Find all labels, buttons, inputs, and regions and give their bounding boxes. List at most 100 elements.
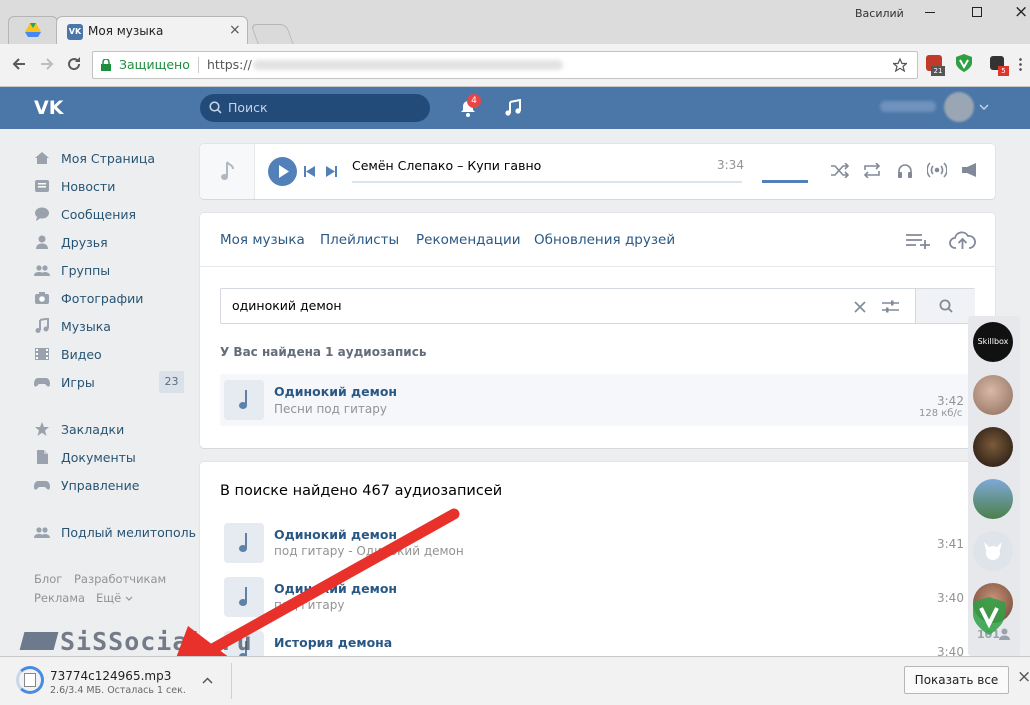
bookmark-star-icon[interactable]	[893, 58, 907, 72]
sidebar-item-news[interactable]: Новости	[34, 176, 115, 196]
back-arrow-icon[interactable]	[11, 56, 27, 72]
megaphone-icon[interactable]	[962, 163, 978, 177]
sidebar-item-video[interactable]: Видео	[34, 344, 102, 364]
music-note-icon[interactable]	[505, 99, 521, 117]
reload-icon[interactable]	[66, 56, 82, 72]
clear-search-icon[interactable]	[854, 301, 866, 313]
home-icon	[35, 152, 49, 164]
maximize-icon[interactable]	[972, 7, 982, 17]
audio-artist[interactable]: Песни под гитару	[274, 402, 387, 416]
audio-bitrate: 128 кб/с	[919, 408, 963, 419]
address-bar[interactable]: Защищено https://	[92, 51, 918, 79]
footer-link-ads[interactable]: Реклама	[34, 591, 85, 605]
sidebar-item-groups[interactable]: Группы	[34, 260, 110, 280]
music-tab-recommendations[interactable]: Рекомендации	[416, 232, 521, 248]
tab-title: Моя музыка	[88, 24, 164, 38]
previous-track-icon[interactable]	[304, 166, 315, 177]
red-arrow-icon	[170, 508, 460, 674]
sidebar-item-label: Фотографии	[61, 290, 144, 306]
audio-cover[interactable]	[224, 380, 264, 420]
my-results-heading: У Вас найдена 1 аудиозапись	[220, 345, 427, 359]
chat-avatar-skillbox[interactable]: Skillbox	[973, 322, 1013, 362]
friends-icon	[36, 235, 48, 249]
play-button[interactable]	[268, 157, 297, 186]
sidebar-item-messages[interactable]: Сообщения	[34, 204, 136, 224]
upload-cloud-icon[interactable]	[949, 230, 976, 250]
broadcast-icon[interactable]	[927, 162, 947, 178]
ext-badge: 5	[998, 66, 1009, 76]
user-avatar[interactable]	[944, 92, 974, 122]
download-filename[interactable]: 73774c124965.mp3	[50, 669, 171, 683]
chevron-up-icon[interactable]	[202, 677, 213, 684]
chevron-down-icon[interactable]	[979, 104, 989, 110]
sidebar-item-manage[interactable]: Управление	[34, 475, 139, 495]
close-download-bar-icon[interactable]: ×	[1017, 667, 1030, 687]
audio-title[interactable]: Одинокий демон	[274, 384, 397, 399]
dog-icon	[984, 542, 1002, 560]
sidebar-item-games[interactable]: Игры	[34, 372, 95, 392]
tab-drive[interactable]	[8, 16, 58, 44]
sidebar-item-bookmarks[interactable]: Закладки	[34, 419, 124, 439]
chat-avatar[interactable]	[973, 479, 1013, 519]
search-icon	[209, 101, 222, 114]
music-search-input[interactable]: одинокий демон	[220, 288, 975, 324]
divider	[200, 266, 995, 267]
notifications-badge: 4	[467, 94, 481, 108]
groups-icon	[34, 265, 50, 276]
music-tab-my-music[interactable]: Моя музыка	[220, 232, 305, 248]
volume-slider[interactable]	[762, 180, 808, 183]
sidebar-item-photos[interactable]: Фотографии	[34, 288, 143, 308]
sidebar-item-label: Друзья	[61, 234, 108, 250]
tab-my-music[interactable]: VK Моя музыка ×	[56, 16, 248, 44]
shield-watermark-icon	[973, 597, 1005, 635]
music-note-icon	[221, 161, 234, 180]
headphones-icon[interactable]	[897, 163, 913, 178]
tab-close-icon[interactable]: ×	[229, 22, 241, 38]
now-playing-time: 3:34	[717, 158, 744, 172]
audio-row[interactable]: Одинокий демон Песни под гитару 3:42 128…	[220, 374, 975, 426]
user-name-blurred[interactable]	[880, 101, 936, 112]
forward-arrow-icon[interactable]	[39, 56, 55, 72]
sidebar-item-label: Документы	[61, 449, 136, 465]
track-progress-bar[interactable]	[352, 181, 742, 183]
sidebar-item-documents[interactable]: Документы	[34, 447, 136, 467]
close-window-icon[interactable]: ×	[1014, 2, 1028, 22]
music-search-card: Моя музыка Плейлисты Рекомендации Обновл…	[200, 213, 995, 448]
browser-menu-icon[interactable]	[1019, 57, 1022, 71]
sidebar-item-label: Музыка	[61, 318, 111, 334]
repeat-icon[interactable]	[863, 163, 881, 178]
minimize-icon[interactable]	[925, 12, 935, 13]
show-all-downloads-button[interactable]: Показать все	[904, 666, 1009, 694]
filter-settings-icon[interactable]	[882, 300, 899, 313]
sidebar-item-my-page[interactable]: Моя Страница	[34, 148, 155, 168]
music-tab-friends-updates[interactable]: Обновления друзей	[534, 232, 675, 248]
music-icon	[35, 318, 49, 333]
url-blurred	[253, 60, 563, 70]
video-icon	[35, 348, 49, 360]
chat-avatar-default[interactable]	[973, 531, 1013, 571]
footer-link-blog[interactable]: Блог	[34, 572, 62, 586]
shield-extension-icon[interactable]	[956, 54, 972, 72]
chat-avatar[interactable]	[973, 427, 1013, 467]
sidebar-item-friends[interactable]: Друзья	[34, 232, 108, 252]
download-status: 2.6/3.4 МБ. Осталась 1 сек.	[50, 685, 186, 696]
vk-search-input[interactable]: Поиск	[200, 94, 430, 122]
vk-logo-icon[interactable]: VK	[34, 97, 68, 117]
shuffle-icon[interactable]	[831, 163, 849, 178]
camera-icon	[35, 292, 49, 304]
footer-link-more[interactable]: Ещё	[96, 591, 121, 605]
search-icon	[939, 299, 953, 313]
sidebar-item-music[interactable]: Музыка	[34, 316, 111, 336]
browser-chrome: VK Моя музыка × Василий × Защищено https…	[0, 0, 1030, 87]
footer-link-developers[interactable]: Разработчикам	[74, 572, 166, 586]
chat-avatar[interactable]	[973, 375, 1013, 415]
now-playing-artist[interactable]: Семён Слепако	[352, 158, 453, 173]
search-button[interactable]	[915, 289, 975, 323]
secure-label: Защищено	[119, 57, 190, 72]
next-track-icon[interactable]	[326, 166, 337, 177]
new-tab-button[interactable]	[250, 24, 294, 44]
profile-name[interactable]: Василий	[855, 7, 904, 20]
sidebar-item-label: Закладки	[61, 421, 125, 437]
add-playlist-icon[interactable]	[906, 233, 931, 249]
music-tab-playlists[interactable]: Плейлисты	[320, 232, 399, 248]
